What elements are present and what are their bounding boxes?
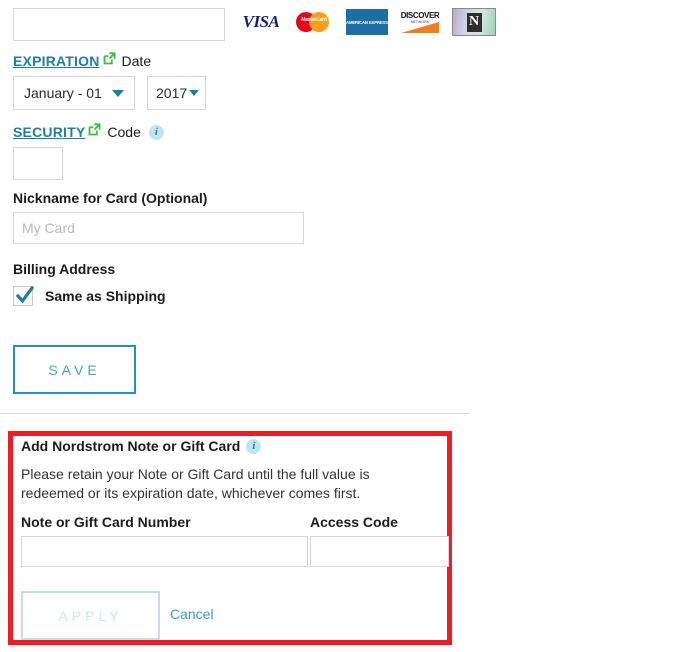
- expiration-month-select[interactable]: January - 01: [13, 76, 135, 110]
- gift-card-heading-row: Add Nordstrom Note or Gift Card i: [21, 438, 262, 454]
- info-icon[interactable]: i: [246, 438, 262, 454]
- nickname-input[interactable]: [13, 212, 304, 244]
- security-link[interactable]: SECURITY: [13, 124, 85, 140]
- expiration-year-select[interactable]: 2017: [147, 76, 206, 110]
- save-button-label: SAVE: [48, 361, 101, 378]
- visa-logo: VISA: [240, 9, 282, 35]
- apply-button-label: APPLY: [58, 607, 123, 624]
- visa-logo-text: VISA: [242, 12, 280, 31]
- nordstrom-card-logo: N: [452, 8, 496, 36]
- payment-page: VISA MasterCard AMERICAN EXPRESS DISCOVE…: [0, 0, 677, 652]
- mastercard-logo-text: MasterCard: [301, 17, 327, 23]
- expiration-suffix-label: Date: [121, 53, 152, 69]
- access-code-input[interactable]: [310, 536, 449, 567]
- expiration-month-value: January - 01: [24, 85, 102, 101]
- same-as-shipping-checkbox[interactable]: [13, 285, 35, 306]
- external-link-icon: [103, 52, 116, 65]
- security-code-input[interactable]: [13, 147, 63, 180]
- gift-card-description: Please retain your Note or Gift Card unt…: [21, 466, 370, 501]
- billing-address-label: Billing Address: [13, 261, 116, 277]
- amex-logo-text: AMERICAN EXPRESS: [346, 18, 388, 26]
- expiration-label-row: EXPIRATION Date: [13, 52, 151, 70]
- gift-card-section: Add Nordstrom Note or Gift Card i Please…: [8, 431, 452, 645]
- cancel-button[interactable]: Cancel: [170, 606, 214, 622]
- save-button[interactable]: SAVE: [13, 345, 136, 394]
- chevron-down-icon: [189, 90, 199, 96]
- gift-card-heading: Add Nordstrom Note or Gift Card: [21, 438, 241, 454]
- gift-card-number-label: Note or Gift Card Number: [21, 514, 191, 530]
- external-link-icon: [88, 123, 101, 136]
- security-suffix-label: Code: [107, 124, 141, 140]
- chevron-down-icon: [112, 90, 124, 97]
- discover-logo-text: DISCOVER: [400, 11, 440, 20]
- mastercard-logo: MasterCard: [293, 9, 335, 35]
- section-divider: [0, 413, 470, 414]
- card-number-input[interactable]: [13, 8, 225, 41]
- info-icon[interactable]: i: [148, 124, 164, 140]
- accepted-card-logos: VISA MasterCard AMERICAN EXPRESS DISCOVE…: [240, 8, 496, 36]
- amex-logo: AMERICAN EXPRESS: [346, 9, 388, 35]
- apply-button[interactable]: APPLY: [21, 591, 160, 640]
- expiration-link[interactable]: EXPIRATION: [13, 53, 100, 69]
- expiration-year-value: 2017: [156, 85, 188, 101]
- discover-logo: DISCOVER NETWORK: [399, 9, 441, 35]
- nordstrom-card-logo-text: N: [466, 12, 482, 32]
- security-label-row: SECURITY Code i: [13, 123, 164, 141]
- access-code-label: Access Code: [310, 514, 398, 530]
- same-as-shipping-row[interactable]: Same as Shipping: [13, 285, 166, 306]
- same-as-shipping-label: Same as Shipping: [45, 288, 166, 304]
- nickname-label: Nickname for Card (Optional): [13, 190, 208, 206]
- gift-card-number-input[interactable]: [21, 536, 308, 567]
